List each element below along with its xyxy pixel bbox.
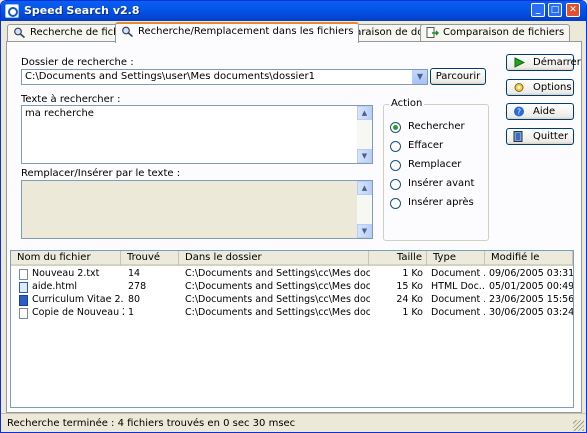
html-file-icon bbox=[19, 282, 28, 293]
search-text-value: ma recherche bbox=[25, 108, 94, 119]
browse-button[interactable]: Parcourir bbox=[430, 68, 486, 85]
modified-date: 23/06/2005 15:56 bbox=[489, 294, 573, 305]
file-size: 15 Ko bbox=[396, 281, 423, 292]
text-file-icon bbox=[19, 308, 28, 319]
tab-search-replace[interactable]: Recherche/Remplacement dans les fichiers bbox=[115, 22, 360, 43]
folder-path: C:\Documents and Settings\cc\Mes documen… bbox=[185, 294, 370, 305]
file-size: 1 Ko bbox=[402, 307, 423, 318]
maximize-button[interactable]: □ bbox=[548, 3, 562, 17]
help-button[interactable]: ? Aide bbox=[506, 103, 574, 120]
text-file-icon bbox=[19, 269, 28, 280]
resize-grip-icon[interactable] bbox=[573, 420, 584, 431]
quit-button[interactable]: Quitter bbox=[506, 128, 574, 145]
found-count: 1 bbox=[128, 307, 135, 318]
search-text-area[interactable]: ma recherche ▲ ▼ bbox=[21, 105, 373, 164]
scroll-down-icon[interactable]: ▼ bbox=[357, 149, 372, 163]
column-header-type[interactable]: Type bbox=[427, 251, 485, 266]
file-type: Document ... bbox=[431, 294, 485, 305]
help-label: Aide bbox=[533, 106, 556, 117]
radio-label: Remplacer bbox=[408, 159, 462, 170]
found-count: 14 bbox=[128, 268, 141, 279]
exit-door-icon bbox=[513, 131, 523, 142]
replace-text-scrollbar[interactable]: ▲ ▼ bbox=[357, 181, 372, 238]
window-title: Speed Search v2.8 bbox=[24, 4, 140, 17]
modified-date: 30/06/2005 03:24 bbox=[489, 307, 573, 318]
radio-icon bbox=[390, 141, 401, 152]
replace-text-label: Remplacer/Insérer par le texte : bbox=[21, 168, 181, 179]
close-button[interactable]: ✕ bbox=[566, 3, 580, 17]
search-text-label: Texte à rechercher : bbox=[21, 94, 121, 105]
status-bar: Recherche terminée : 4 fichiers trouvés … bbox=[1, 413, 586, 432]
title-bar[interactable]: Speed Search v2.8 _ □ ✕ bbox=[1, 1, 586, 21]
chevron-down-icon[interactable]: ▼ bbox=[412, 70, 427, 84]
replace-text-area[interactable]: ▲ ▼ bbox=[21, 180, 373, 239]
column-header-name[interactable]: Nom du fichier bbox=[11, 251, 121, 266]
file-name: Curriculum Vitae 2.doc bbox=[32, 294, 124, 305]
radio-label: Insérer avant bbox=[408, 178, 475, 189]
start-button[interactable]: Démarrer bbox=[506, 54, 581, 71]
file-compare-icon bbox=[426, 27, 439, 38]
folder-label: Dossier de recherche : bbox=[21, 57, 134, 68]
folder-combobox[interactable]: C:\Documents and Settings\user\Mes docum… bbox=[21, 69, 428, 85]
options-label: Options bbox=[533, 82, 572, 93]
file-type: HTML Doc... bbox=[431, 281, 485, 292]
folder-path: C:\Documents and Settings\cc\Mes documen… bbox=[185, 281, 370, 292]
results-header: Nom du fichier Trouvé Dans le dossier Ta… bbox=[11, 251, 573, 266]
table-row[interactable]: aide.html 278 C:\Documents and Settings\… bbox=[11, 281, 573, 294]
folder-value: C:\Documents and Settings\user\Mes docum… bbox=[25, 71, 315, 82]
scroll-up-icon[interactable]: ▲ bbox=[357, 181, 372, 195]
start-label: Démarrer bbox=[533, 57, 581, 68]
tab-bar: Recherche de fichiers Recherche/Remplace… bbox=[7, 22, 582, 43]
folder-path: C:\Documents and Settings\cc\Mes documen… bbox=[185, 268, 370, 279]
options-icon bbox=[514, 83, 524, 92]
radio-icon bbox=[390, 160, 401, 171]
word-doc-icon bbox=[19, 295, 28, 306]
minimize-button[interactable]: _ bbox=[531, 3, 545, 17]
help-icon: ? bbox=[514, 106, 524, 117]
action-title: Action bbox=[389, 98, 425, 109]
modified-date: 05/01/2005 00:49 bbox=[489, 281, 573, 292]
play-icon bbox=[514, 57, 525, 68]
svg-text:?: ? bbox=[517, 108, 521, 117]
magnifier-icon bbox=[122, 26, 134, 37]
file-type: Document ... bbox=[431, 307, 485, 318]
file-name: aide.html bbox=[32, 281, 77, 292]
file-size: 24 Ko bbox=[396, 294, 423, 305]
modified-date: 09/06/2005 03:31 bbox=[489, 268, 573, 279]
results-list[interactable]: Nom du fichier Trouvé Dans le dossier Ta… bbox=[10, 250, 574, 408]
folder-path: C:\Documents and Settings\cc\Mes documen… bbox=[185, 307, 370, 318]
quit-label: Quitter bbox=[533, 131, 569, 142]
action-groupbox: Action Rechercher Effacer Remplacer Insé… bbox=[383, 98, 489, 241]
file-name: Copie de Nouveau 2.txt bbox=[32, 307, 124, 318]
radio-label: Insérer après bbox=[408, 197, 474, 208]
search-text-scrollbar[interactable]: ▲ ▼ bbox=[357, 106, 372, 163]
app-icon bbox=[5, 4, 19, 18]
scroll-up-icon[interactable]: ▲ bbox=[357, 106, 372, 120]
app-window: Speed Search v2.8 _ □ ✕ Recherche de fic… bbox=[0, 0, 587, 433]
scroll-down-icon[interactable]: ▼ bbox=[357, 224, 372, 238]
magnifier-icon bbox=[14, 27, 26, 38]
table-row[interactable]: Nouveau 2.txt 14 C:\Documents and Settin… bbox=[11, 268, 573, 281]
file-size: 1 Ko bbox=[402, 268, 423, 279]
radio-selected-icon bbox=[390, 122, 401, 133]
table-row[interactable]: Copie de Nouveau 2.txt 1 C:\Documents an… bbox=[11, 307, 573, 320]
found-count: 80 bbox=[128, 294, 141, 305]
tab-file-compare[interactable]: Comparaison de fichiers bbox=[420, 24, 571, 41]
radio-label: Rechercher bbox=[408, 121, 465, 132]
radio-label: Effacer bbox=[408, 140, 444, 151]
column-header-found[interactable]: Trouvé bbox=[121, 251, 179, 266]
column-header-size[interactable]: Taille bbox=[369, 251, 427, 266]
column-header-modified[interactable]: Modifié le bbox=[485, 251, 573, 266]
tab-label: Comparaison de fichiers bbox=[443, 27, 565, 38]
column-header-folder[interactable]: Dans le dossier bbox=[179, 251, 369, 266]
file-type: Document ... bbox=[431, 268, 485, 279]
status-text: Recherche terminée : 4 fichiers trouvés … bbox=[7, 418, 296, 429]
table-row[interactable]: Curriculum Vitae 2.doc 80 C:\Documents a… bbox=[11, 294, 573, 307]
found-count: 278 bbox=[128, 281, 147, 292]
radio-icon bbox=[390, 179, 401, 190]
options-button[interactable]: Options bbox=[506, 79, 574, 96]
tab-label: Recherche/Remplacement dans les fichiers bbox=[138, 26, 354, 37]
radio-icon bbox=[390, 198, 401, 209]
file-name: Nouveau 2.txt bbox=[32, 268, 100, 279]
